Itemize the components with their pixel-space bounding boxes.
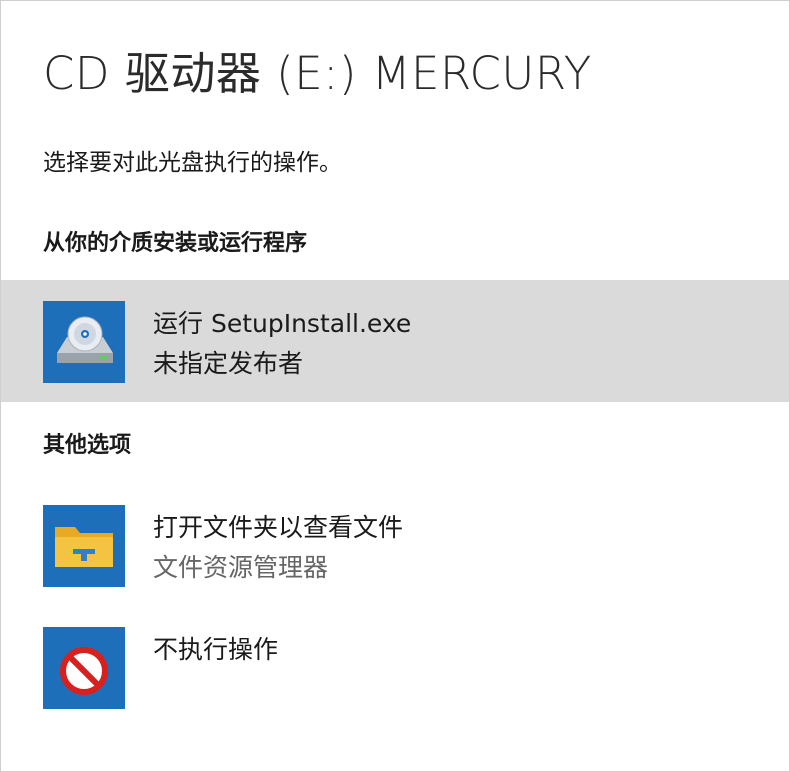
open-folder-option[interactable]: 打开文件夹以查看文件 文件资源管理器 [1, 484, 789, 606]
run-setup-option[interactable]: 运行 SetupInstall.exe 未指定发布者 [1, 280, 789, 402]
open-folder-title: 打开文件夹以查看文件 [153, 513, 404, 542]
run-setup-publisher: 未指定发布者 [153, 349, 304, 378]
run-setup-title: 运行 SetupInstall.exe [153, 309, 412, 338]
other-options-heading: 其他选项 [43, 433, 132, 458]
no-action-title: 不执行操作 [153, 635, 279, 664]
dialog-title: CD 驱动器 (E:) MERCURY [43, 47, 592, 100]
file-explorer-folder-icon [43, 505, 125, 587]
open-folder-subtitle: 文件资源管理器 [153, 553, 329, 582]
no-action-option[interactable]: 不执行操作 [1, 606, 789, 728]
install-section-heading: 从你的介质安装或运行程序 [43, 231, 308, 256]
cd-drive-icon [43, 301, 125, 383]
autoplay-dialog: CD 驱动器 (E:) MERCURY 选择要对此光盘执行的操作。 从你的介质安… [0, 0, 790, 772]
no-action-icon [43, 627, 125, 709]
dialog-prompt: 选择要对此光盘执行的操作。 [43, 150, 342, 176]
